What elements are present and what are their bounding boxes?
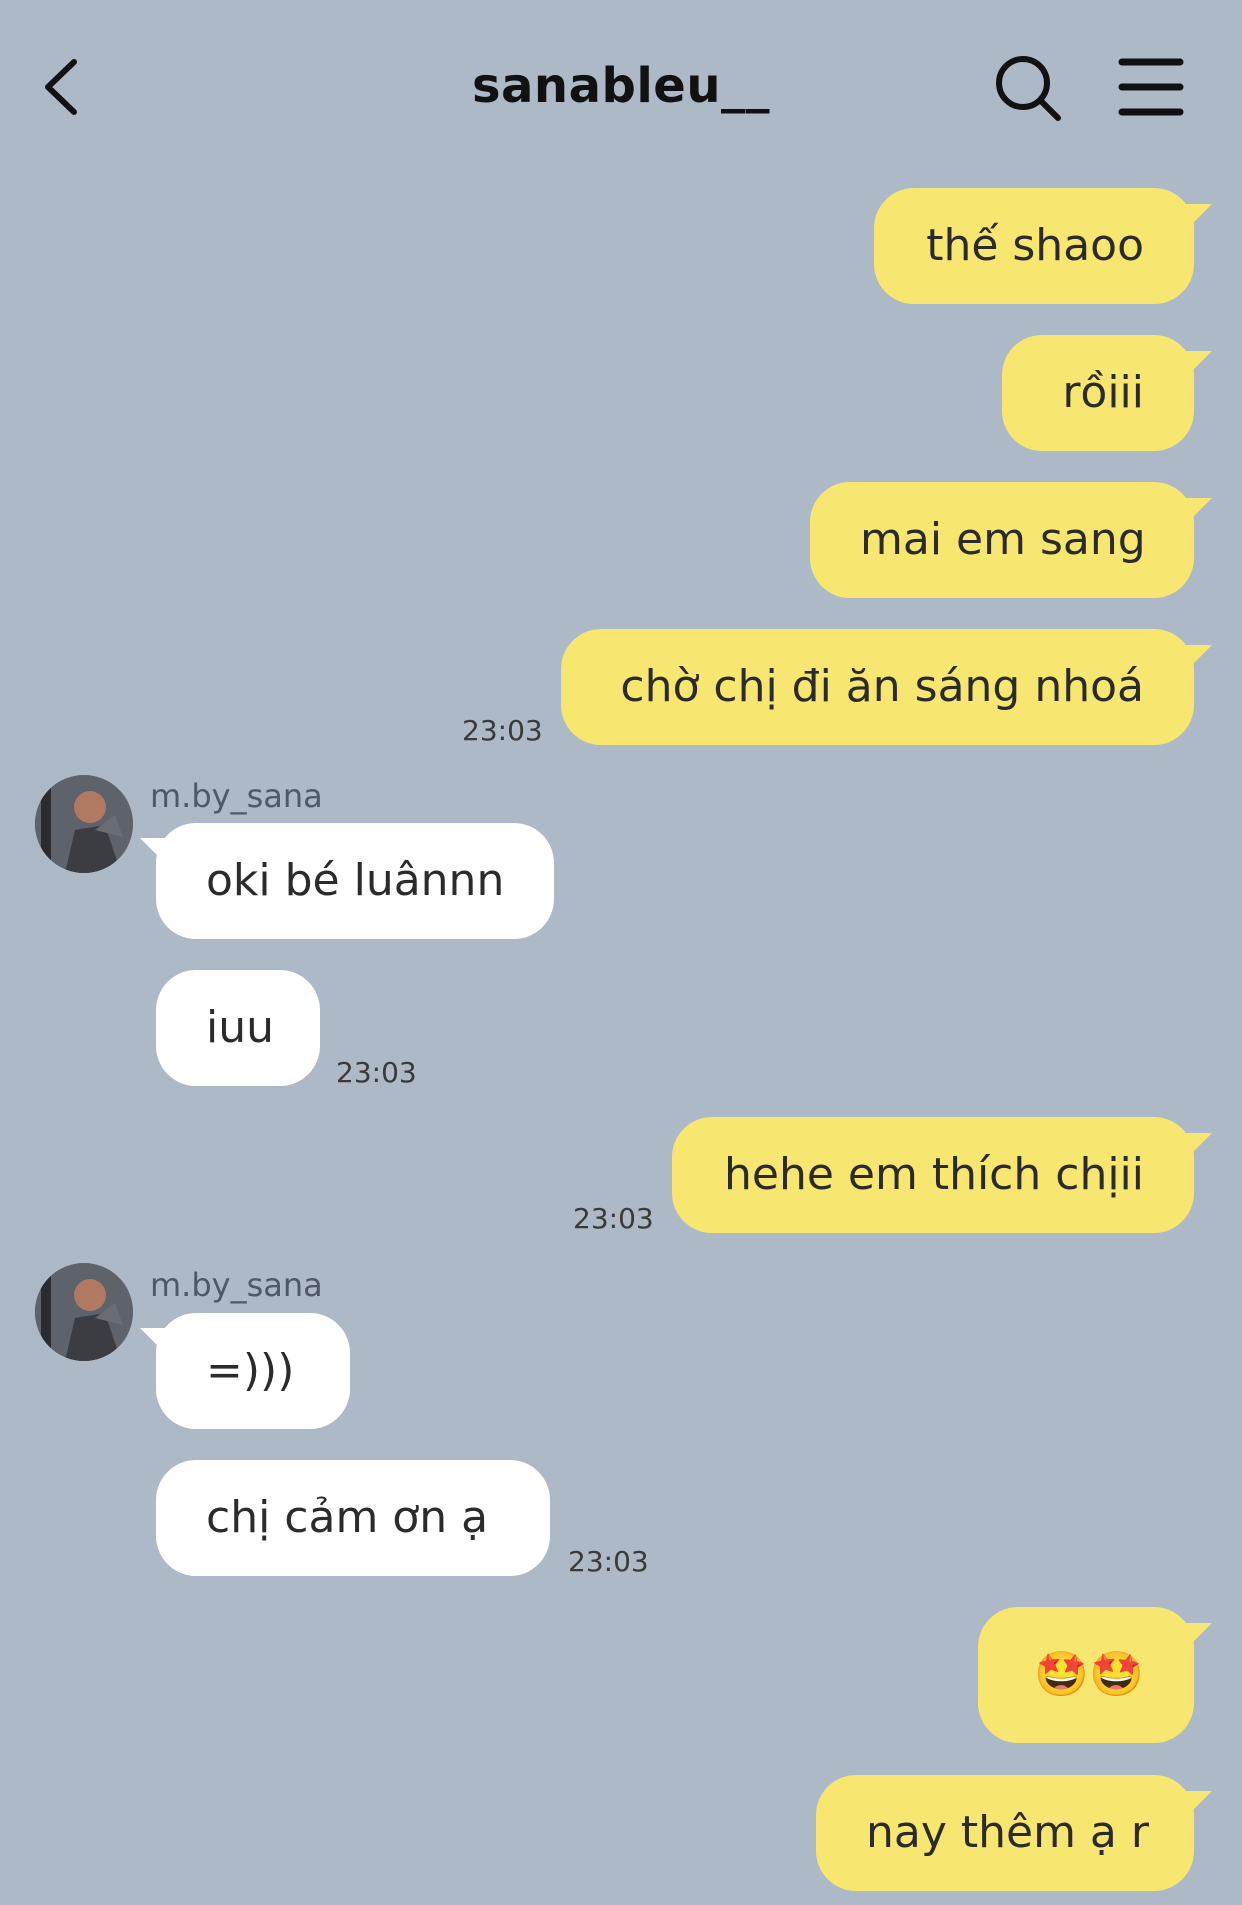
bubble-tail [1186,1623,1212,1649]
hamburger-menu-icon [1118,58,1184,116]
bubble-tail [1186,204,1212,230]
message-text: =))) [206,1345,295,1396]
outgoing-message-bubble[interactable]: hehe em thích chịii [672,1117,1194,1233]
outgoing-message-bubble[interactable]: mai em sang [810,482,1194,598]
message-text: thế shaoo [926,220,1144,271]
message-text: nay thêm ạ r [866,1807,1149,1858]
bubble-tail [1186,1791,1212,1817]
search-icon [996,56,1061,121]
outgoing-message-bubble[interactable]: 🤩🤩 [978,1607,1194,1743]
sender-name: m.by_sana [150,777,323,815]
avatar-image [35,775,133,873]
incoming-message-bubble[interactable]: =))) [156,1313,350,1429]
sender-name: m.by_sana [150,1266,323,1304]
search-button[interactable] [992,52,1064,124]
message-timestamp: 23:03 [462,714,543,747]
incoming-message-bubble[interactable]: oki bé luânnn [156,823,554,939]
avatar[interactable] [35,1263,133,1361]
star-struck-emoji: 🤩🤩 [1034,1649,1144,1700]
message-text: rồiii [1062,367,1144,418]
message-timestamp: 23:03 [568,1545,649,1578]
message-text: hehe em thích chịii [724,1149,1144,1200]
message-text: mai em sang [860,514,1146,565]
bubble-tail [1186,351,1212,377]
message-text: chị cảm ơn ạ [206,1492,489,1543]
avatar-image [35,1263,133,1361]
incoming-message-bubble[interactable]: chị cảm ơn ạ [156,1460,550,1576]
incoming-message-bubble[interactable]: iuu [156,970,320,1086]
bubble-tail [1186,1133,1212,1159]
outgoing-message-bubble[interactable]: nay thêm ạ r [816,1775,1194,1891]
chat-header: sanableu__ [0,0,1242,170]
outgoing-message-bubble[interactable]: thế shaoo [874,188,1194,304]
bubble-tail [1186,645,1212,671]
bubble-tail [1186,498,1212,524]
outgoing-message-bubble[interactable]: rồiii [1002,335,1194,451]
message-timestamp: 23:03 [336,1056,417,1089]
message-text: chờ chị đi ăn sáng nhoá [620,661,1144,712]
avatar[interactable] [35,775,133,873]
message-text: iuu [206,1002,274,1053]
outgoing-message-bubble[interactable]: chờ chị đi ăn sáng nhoá [561,629,1194,745]
message-text: oki bé luânnn [206,855,505,906]
message-timestamp: 23:03 [573,1202,654,1235]
menu-button[interactable] [1118,56,1184,118]
